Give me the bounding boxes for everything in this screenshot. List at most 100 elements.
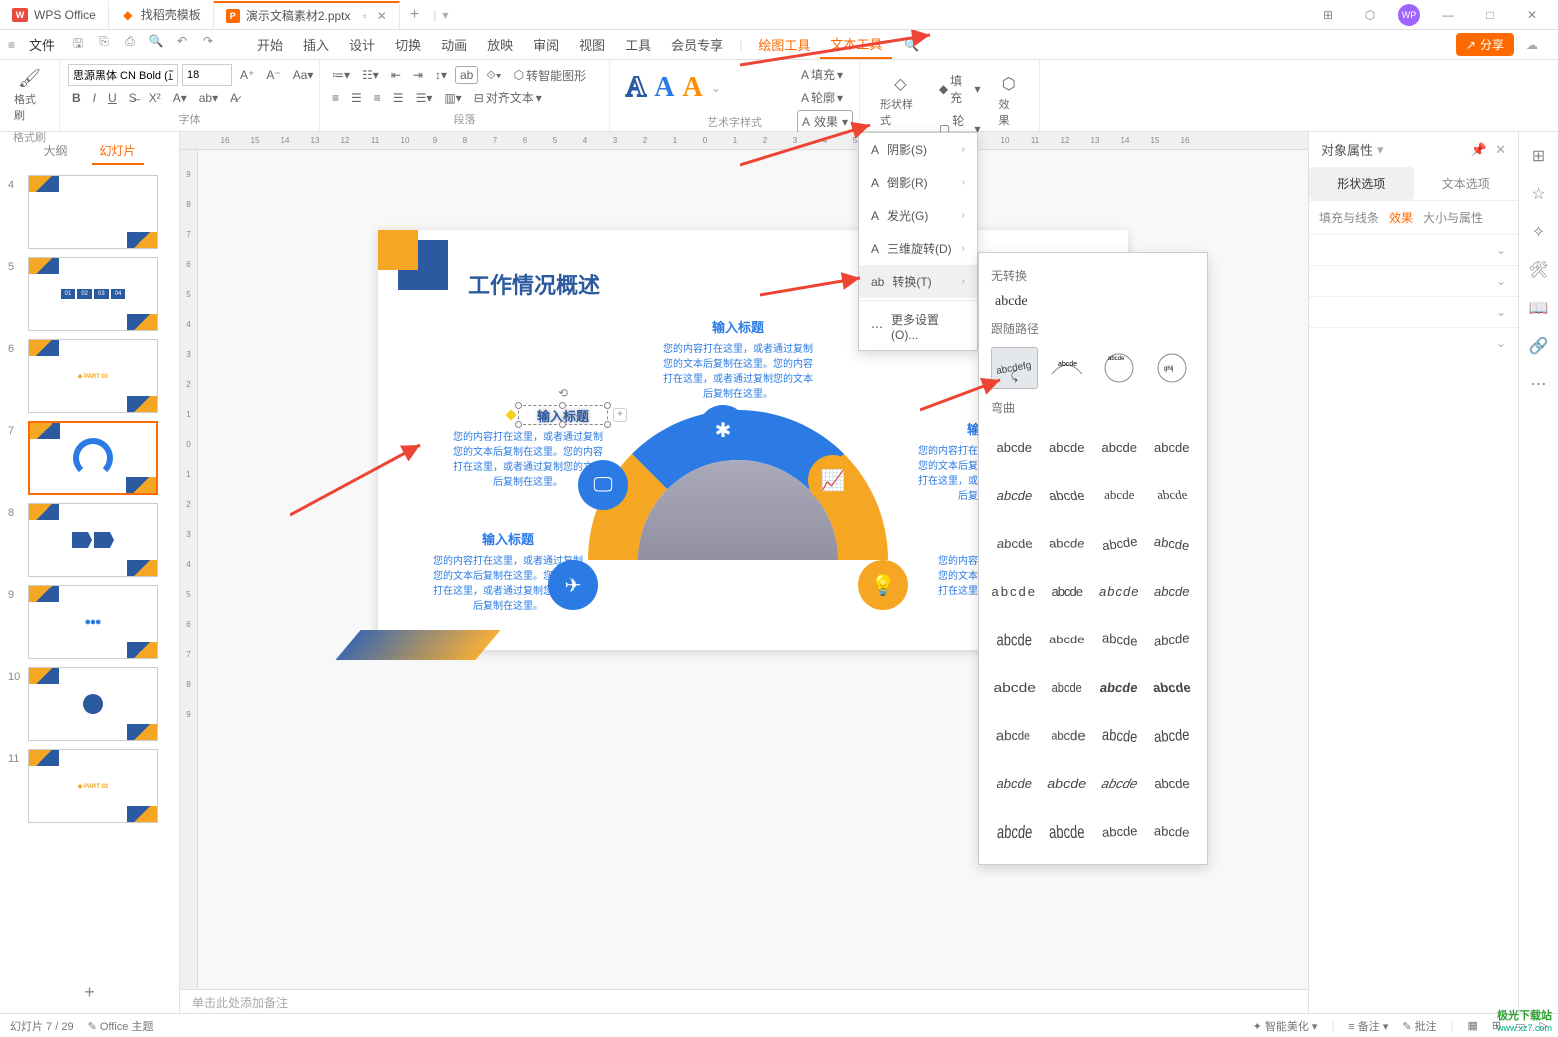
transform-option[interactable]: abcde: [991, 474, 1038, 516]
line-spacing-icon[interactable]: ↕▾: [431, 66, 451, 84]
vertical-ruler[interactable]: 9876543210123456789: [180, 150, 198, 989]
book-icon[interactable]: 📖: [1529, 298, 1549, 318]
resize-handle[interactable]: [604, 421, 611, 428]
subscript-icon[interactable]: X²: [145, 89, 165, 107]
columns-icon[interactable]: ▥▾: [440, 89, 465, 107]
horizontal-ruler[interactable]: 1615141312111098765432101234567891011121…: [180, 132, 1308, 150]
smart-beautify-button[interactable]: ✦ 智能美化 ▾: [1253, 1018, 1318, 1034]
slide-thumbnail[interactable]: [28, 667, 158, 741]
transform-option[interactable]: abcde: [1096, 426, 1143, 468]
share-button[interactable]: ↗ 分享: [1456, 33, 1514, 56]
menu-insert[interactable]: 插入: [293, 31, 339, 58]
slide-title[interactable]: 工作情况概述: [468, 268, 600, 300]
text-direction-icon[interactable]: ⟐▾: [482, 66, 505, 85]
align-center-icon[interactable]: ☰: [347, 89, 366, 107]
transform-option[interactable]: abcde: [991, 618, 1038, 660]
center-image[interactable]: [638, 460, 838, 660]
tools-icon[interactable]: 🛠: [1528, 260, 1548, 280]
transform-option[interactable]: abcde: [1149, 618, 1196, 660]
arc-graphic[interactable]: [588, 410, 888, 710]
search-icon[interactable]: 🔍: [904, 38, 919, 52]
transform-option[interactable]: abcde: [1149, 522, 1196, 564]
collapse-row[interactable]: ⌄: [1309, 234, 1518, 265]
increase-font-icon[interactable]: A⁺: [236, 66, 258, 84]
slide-thumbnail[interactable]: ◆ PART 01: [28, 339, 158, 413]
bullets-icon[interactable]: ≔▾: [328, 66, 354, 84]
effect-transform[interactable]: ab转换(T)›: [859, 265, 977, 298]
avatar[interactable]: WP: [1398, 4, 1420, 26]
comments-toggle[interactable]: ✎ 批注: [1402, 1018, 1436, 1034]
transform-option[interactable]: abcde: [1044, 714, 1091, 756]
rotate-handle-icon[interactable]: ⟲: [558, 386, 568, 400]
clip-icon[interactable]: 🔗: [1529, 336, 1549, 356]
resize-handle[interactable]: [515, 402, 522, 409]
align-justify-icon[interactable]: ☰: [389, 89, 408, 107]
menu-text-tools[interactable]: 文本工具: [820, 30, 892, 59]
panel-icon[interactable]: ⊞: [1314, 1, 1342, 29]
align-text-button[interactable]: ⊟ 对齐文本▾: [470, 87, 546, 108]
collapse-row[interactable]: ⌄: [1309, 327, 1518, 358]
menu-drawing-tools[interactable]: 绘图工具: [748, 31, 820, 58]
transform-option[interactable]: abcde: [1044, 426, 1091, 468]
italic-icon[interactable]: I: [89, 89, 100, 107]
slide-thumbnails[interactable]: 4 501020304 6◆ PART 01 7 8 9⬢⬢⬢ 10 11◆ P…: [0, 171, 179, 972]
effect-reflection[interactable]: A倒影(R)›: [859, 166, 977, 199]
settings-icon[interactable]: ⊞: [1532, 146, 1545, 166]
resize-handle[interactable]: [559, 421, 566, 428]
menu-review[interactable]: 审阅: [523, 31, 569, 58]
transform-option[interactable]: abcde: [991, 570, 1038, 612]
transform-option[interactable]: abcde: [1149, 570, 1196, 612]
wordart-style-3[interactable]: A: [682, 72, 702, 104]
effect-3d-rotation[interactable]: A三维旋转(D)›: [859, 232, 977, 265]
resize-handle[interactable]: [559, 402, 566, 409]
transform-option[interactable]: abcde: [1044, 618, 1091, 660]
minimize-button[interactable]: —: [1434, 1, 1462, 29]
transform-option[interactable]: abcde: [1149, 666, 1196, 708]
align-left-icon[interactable]: ≡: [328, 89, 343, 107]
undo-icon[interactable]: ↶: [173, 34, 191, 55]
tab-docer-templates[interactable]: ◆ 找稻壳模板: [109, 1, 214, 29]
star-icon[interactable]: ☆: [1531, 184, 1545, 204]
transform-option[interactable]: abcde: [991, 714, 1038, 756]
slide-thumbnail-selected[interactable]: [28, 421, 158, 495]
transform-option[interactable]: abcde: [1096, 570, 1143, 612]
resize-handle[interactable]: [515, 421, 522, 428]
bold-icon[interactable]: B: [68, 89, 85, 107]
notes-input[interactable]: 单击此处添加备注: [180, 989, 1308, 1013]
notes-toggle[interactable]: ≡ 备注 ▾: [1348, 1018, 1388, 1034]
transform-option[interactable]: abcde: [1149, 810, 1196, 852]
view-normal-icon[interactable]: ▦: [1468, 1019, 1478, 1032]
effect-more-settings[interactable]: ⋯更多设置(O)...: [859, 303, 977, 350]
block-body[interactable]: 您的内容打在这里，或者通过复制您的文本后复制在这里。您的内容打在这里，或者通过复…: [663, 342, 813, 402]
menu-view[interactable]: 视图: [569, 31, 615, 58]
block-body[interactable]: 您的内容打在这里，或者通过复制您的文本后复制在这里。您的内容打在这里，或者通过复…: [453, 430, 603, 490]
selected-textbox[interactable]: ⟲ + 输入标题: [518, 405, 608, 425]
export-icon[interactable]: ⎘: [95, 34, 113, 55]
transform-option[interactable]: ghij: [1149, 347, 1196, 389]
underline-icon[interactable]: U: [104, 89, 121, 107]
close-window-button[interactable]: ✕: [1518, 1, 1546, 29]
shape-options-tab[interactable]: 形状选项: [1309, 167, 1414, 200]
redo-icon[interactable]: ↷: [199, 34, 217, 55]
font-name-select[interactable]: [68, 64, 178, 86]
menu-member[interactable]: 会员专享: [661, 31, 733, 58]
clear-format-icon[interactable]: A̷: [226, 89, 242, 107]
size-props-subtab[interactable]: 大小与属性: [1423, 209, 1483, 226]
resize-handle[interactable]: [604, 402, 611, 409]
gallery-more-icon[interactable]: ⌄: [711, 81, 721, 95]
transform-option[interactable]: abcde: [1096, 714, 1143, 756]
hamburger-icon[interactable]: ≡: [8, 38, 15, 52]
effects-subtab[interactable]: 效果: [1389, 209, 1413, 226]
text-options-tab[interactable]: 文本选项: [1414, 167, 1519, 200]
decrease-font-icon[interactable]: A⁻: [262, 66, 284, 84]
change-case-icon[interactable]: Aa▾: [289, 66, 318, 84]
ab-icon[interactable]: ab: [455, 66, 478, 84]
transform-option[interactable]: abcde: [1149, 762, 1196, 804]
network-icon[interactable]: ✱: [698, 405, 748, 455]
menu-animation[interactable]: 动画: [431, 31, 477, 58]
lightbulb-icon[interactable]: 💡: [858, 560, 908, 610]
tab-menu-icon[interactable]: ▫: [363, 9, 367, 23]
transform-option[interactable]: abcde: [1044, 347, 1091, 389]
chart-icon[interactable]: 📈: [808, 455, 858, 505]
transform-option[interactable]: abcde: [1044, 666, 1091, 708]
